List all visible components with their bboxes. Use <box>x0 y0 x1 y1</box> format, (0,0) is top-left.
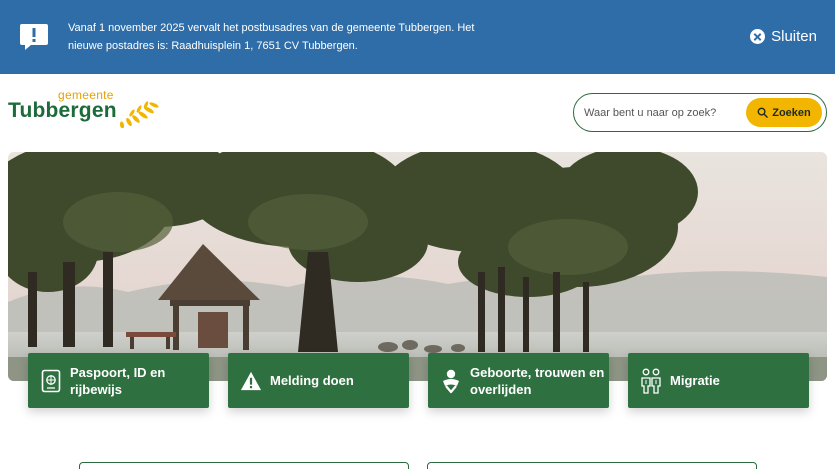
notification-banner: Vanaf 1 november 2025 vervalt het postbu… <box>0 0 835 74</box>
banner-message: Vanaf 1 november 2025 vervalt het postbu… <box>68 22 475 52</box>
search-input[interactable] <box>584 102 744 124</box>
tile-geboorte-label: Geboorte, trouwen en overlijden <box>470 364 605 397</box>
tile-migratie-label: Migratie <box>670 373 720 388</box>
tile-paspoort-label: Paspoort, ID en rijbewijs <box>70 364 166 397</box>
baby-icon <box>440 368 462 394</box>
search-button[interactable]: Zoeken <box>746 98 822 127</box>
wheat-icon <box>119 101 159 128</box>
content-card[interactable] <box>427 462 757 469</box>
passport-icon <box>40 368 62 394</box>
tile-melding[interactable]: Melding doen <box>228 353 409 408</box>
tile-paspoort[interactable]: Paspoort, ID en rijbewijs <box>28 353 209 408</box>
close-banner-label: Sluiten <box>771 28 817 45</box>
close-icon <box>750 29 766 44</box>
hero-image <box>8 152 827 381</box>
tile-migratie[interactable]: Migratie <box>628 353 809 408</box>
people-icon <box>640 368 662 394</box>
warning-icon <box>240 368 262 394</box>
tile-melding-label: Melding doen <box>270 373 354 388</box>
logo-text-main: Tubbergen <box>8 99 117 122</box>
alert-icon <box>20 24 48 50</box>
tile-geboorte[interactable]: Geboorte, trouwen en overlijden <box>428 353 609 408</box>
close-banner-button[interactable]: Sluiten <box>750 28 817 45</box>
content-card[interactable] <box>79 462 409 469</box>
hero-landscape <box>8 152 827 381</box>
search-icon <box>757 107 769 118</box>
search-bar: Zoeken <box>573 93 827 132</box>
search-button-label: Zoeken <box>772 106 811 119</box>
site-logo[interactable]: gemeente Tubbergen <box>8 88 159 130</box>
